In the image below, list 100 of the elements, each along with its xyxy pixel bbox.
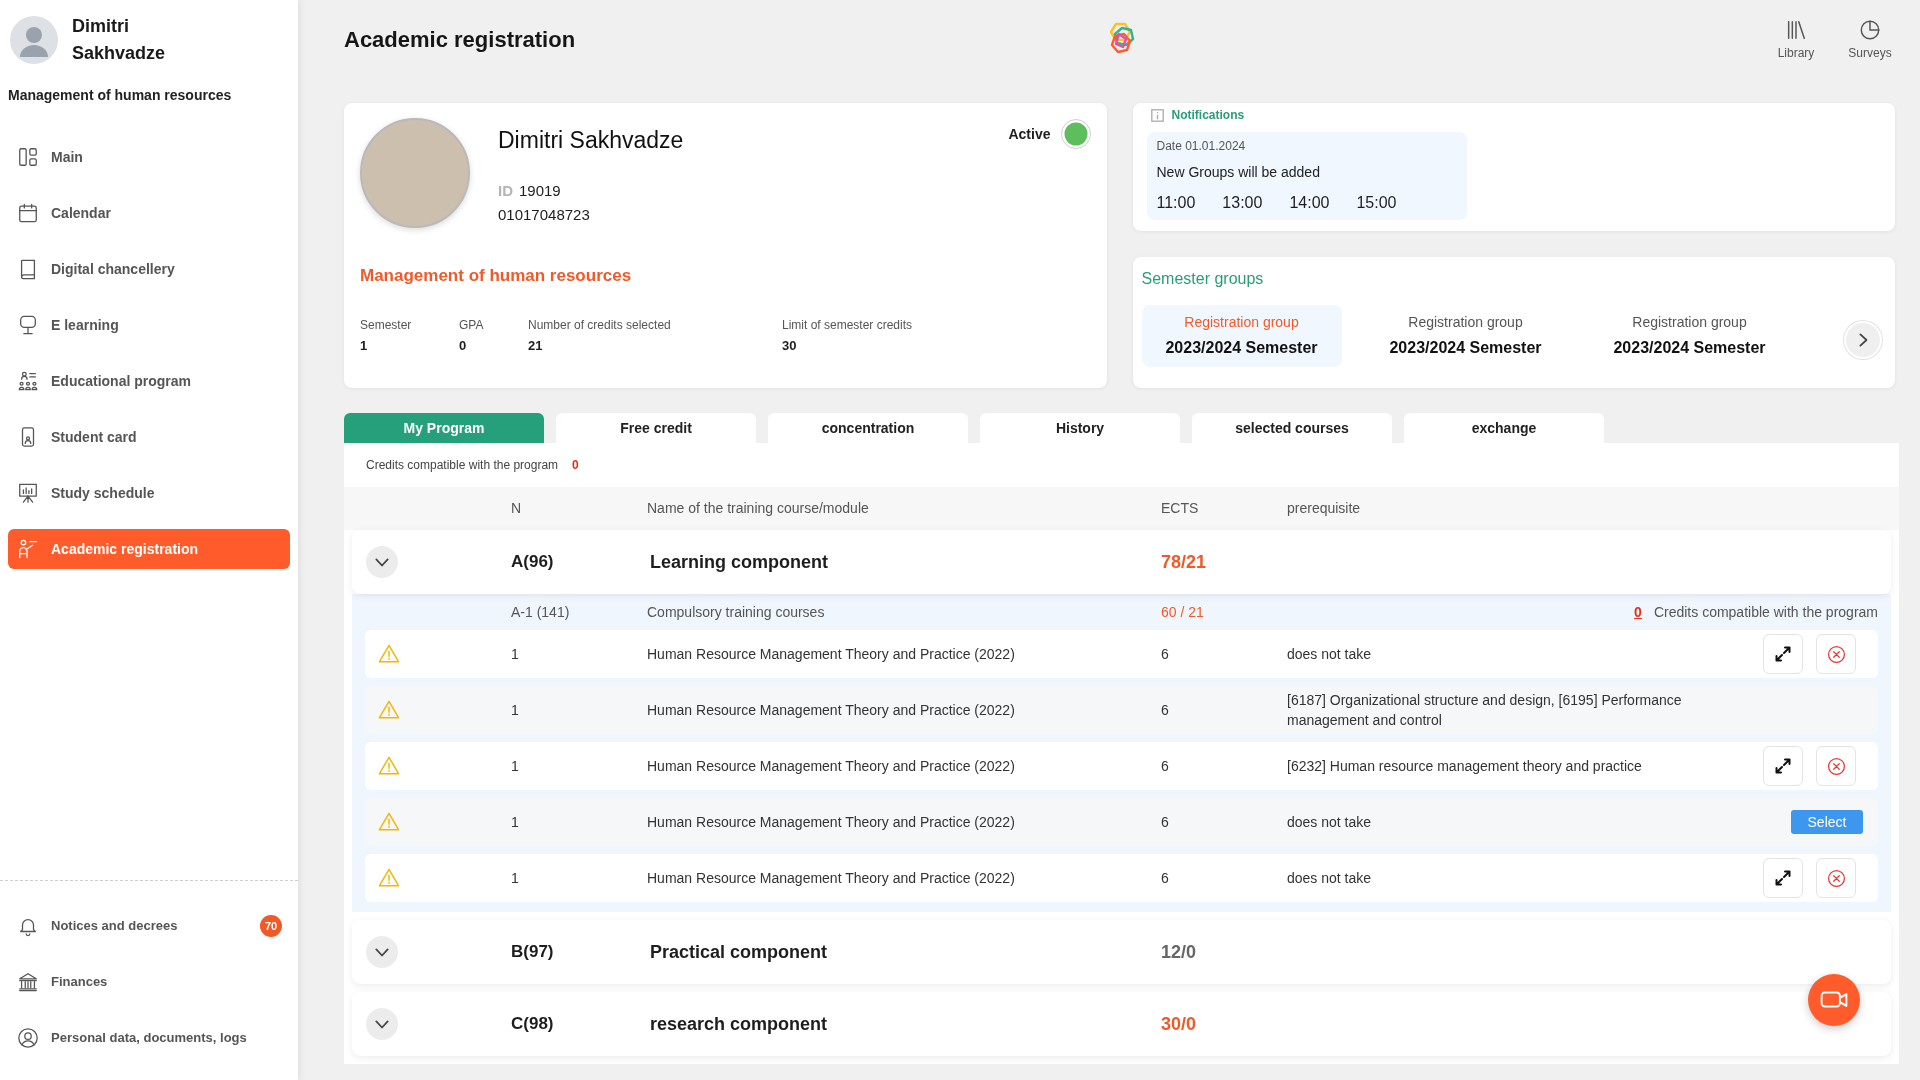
sidebar-item[interactable]: Notices and decrees 70 bbox=[8, 906, 290, 946]
shortcut-link[interactable]: Library bbox=[1771, 19, 1821, 61]
program-title: Management of human resources bbox=[360, 265, 633, 287]
sidebar-item[interactable]: Calendar bbox=[8, 193, 290, 233]
column-header: N bbox=[511, 499, 523, 518]
personal-number: 01017048723 bbox=[498, 205, 591, 225]
course-ects: 6 bbox=[1161, 700, 1170, 720]
bank-icon bbox=[17, 971, 39, 993]
course-name: Human Resource Management Theory and Practice (2022) bbox=[647, 812, 1016, 832]
sidebar-item[interactable]: E learning bbox=[8, 305, 290, 345]
sidebar-item[interactable]: Student card bbox=[8, 417, 290, 457]
info-icon bbox=[1150, 108, 1164, 122]
tab[interactable]: concentration bbox=[768, 413, 968, 443]
time-slot: 14:00 bbox=[1289, 192, 1330, 214]
expand-arrows-icon bbox=[1775, 646, 1791, 662]
time-slot: 11:00 bbox=[1156, 192, 1196, 214]
notifications-title: Notifications bbox=[1171, 107, 1245, 123]
course-ects: 6 bbox=[1161, 868, 1170, 888]
expand-button[interactable] bbox=[1763, 634, 1803, 674]
avatar-icon bbox=[10, 16, 58, 64]
semester-group-tile[interactable]: Registration group 2023/2024 Semester bbox=[1141, 305, 1342, 367]
stat-value: 0 bbox=[459, 337, 468, 355]
sidebar-item[interactable]: Personal data, documents, logs bbox=[8, 1018, 290, 1058]
credits-count: 0 bbox=[572, 457, 579, 474]
warning-icon bbox=[377, 699, 401, 721]
warning-icon bbox=[377, 755, 401, 777]
credits-label: Credits compatible with the program bbox=[366, 457, 559, 474]
course-number: 1 bbox=[511, 700, 520, 720]
department-name: Management of human resources bbox=[8, 86, 233, 105]
user-name: Dimitri Sakhvadze bbox=[72, 15, 167, 65]
semester-group-tile[interactable]: Registration group 2023/2024 Semester bbox=[1589, 305, 1790, 367]
course-prerequisite: does not take bbox=[1287, 869, 1373, 888]
subgroup-ects: 60 / 21 bbox=[1161, 602, 1205, 622]
sidebar-item[interactable]: Educational program bbox=[8, 361, 290, 401]
course-number: 1 bbox=[511, 756, 520, 776]
sidebar-item[interactable]: Main bbox=[8, 137, 290, 177]
remove-button[interactable] bbox=[1816, 858, 1856, 898]
presenter-icon bbox=[17, 538, 39, 560]
tab[interactable]: selected courses bbox=[1192, 413, 1392, 443]
sidebar-item[interactable]: Digital chancellery bbox=[8, 249, 290, 289]
course-ects: 6 bbox=[1161, 644, 1170, 664]
id-value: 19019 bbox=[519, 182, 561, 199]
books-icon bbox=[1785, 19, 1807, 41]
expand-toggle[interactable] bbox=[366, 546, 398, 578]
notification-date: Date 01.01.2024 bbox=[1156, 138, 1247, 154]
course-prerequisite: [6187] Organizational structure and design, [6195] Performance management and control bbox=[1287, 691, 1683, 730]
expand-toggle[interactable] bbox=[366, 1008, 398, 1040]
remove-circle-icon bbox=[1826, 868, 1846, 888]
stat-label: Number of credits selected bbox=[528, 317, 672, 334]
semester-group-tile[interactable]: Registration group 2023/2024 Semester bbox=[1365, 305, 1566, 367]
stat-label: Limit of semester credits bbox=[782, 317, 914, 334]
remove-circle-icon bbox=[1826, 644, 1846, 664]
sidebar-item[interactable]: Study schedule bbox=[8, 473, 290, 513]
expand-arrows-icon bbox=[1775, 758, 1791, 774]
group-ects: 12/0 bbox=[1161, 940, 1198, 964]
course-prerequisite: does not take bbox=[1287, 645, 1373, 664]
page-title: Academic registration bbox=[344, 26, 577, 54]
course-number: 1 bbox=[511, 868, 520, 888]
tab[interactable]: Free credit bbox=[556, 413, 756, 443]
course-number: 1 bbox=[511, 812, 520, 832]
warning-icon bbox=[377, 811, 401, 833]
remove-button[interactable] bbox=[1816, 746, 1856, 786]
monitor-icon bbox=[17, 314, 39, 336]
stat-label: GPA bbox=[459, 317, 485, 334]
section-title: Semester groups bbox=[1141, 269, 1265, 289]
time-slot: 15:00 bbox=[1356, 192, 1397, 214]
warning-icon bbox=[377, 867, 401, 889]
course-name: Human Resource Management Theory and Practice (2022) bbox=[647, 868, 1016, 888]
group-code: B(97) bbox=[511, 941, 555, 964]
time-slot: 13:00 bbox=[1222, 192, 1263, 214]
tab[interactable]: History bbox=[980, 413, 1180, 443]
chevron-down-icon bbox=[375, 1017, 389, 1031]
group-ects: 78/21 bbox=[1161, 550, 1208, 574]
shortcut-link[interactable]: Surveys bbox=[1845, 19, 1895, 61]
expand-button[interactable] bbox=[1763, 858, 1803, 898]
user-circle-icon bbox=[17, 1027, 39, 1049]
subgroup-title: Compulsory training courses bbox=[647, 602, 826, 622]
remove-button[interactable] bbox=[1816, 634, 1856, 674]
course-name: Human Resource Management Theory and Practice (2022) bbox=[647, 756, 1016, 776]
credits-label: Credits compatible with the program bbox=[1653, 602, 1878, 622]
group-ects: 30/0 bbox=[1161, 1012, 1198, 1036]
stat-value: 30 bbox=[782, 337, 798, 355]
stat-value: 1 bbox=[360, 337, 369, 355]
expand-toggle[interactable] bbox=[366, 936, 398, 968]
stat-label: Semester bbox=[360, 317, 413, 334]
course-ects: 6 bbox=[1161, 756, 1170, 776]
group-code: C(98) bbox=[511, 1013, 555, 1036]
expand-button[interactable] bbox=[1763, 746, 1803, 786]
remove-circle-icon bbox=[1826, 756, 1846, 776]
next-button[interactable] bbox=[1844, 321, 1882, 359]
course-ects: 6 bbox=[1161, 812, 1170, 832]
count-badge: 70 bbox=[260, 915, 282, 937]
credits-count-link[interactable]: 0 bbox=[1634, 601, 1642, 623]
subgroup-code: A-1 (141) bbox=[511, 602, 571, 622]
course-name: Human Resource Management Theory and Practice (2022) bbox=[647, 700, 1016, 720]
column-header: Name of the training course/module bbox=[647, 499, 870, 518]
group-title: Practical component bbox=[649, 940, 829, 964]
sidebar-item[interactable]: Finances bbox=[8, 962, 290, 1002]
status-label: Active bbox=[1008, 125, 1051, 144]
tab[interactable]: exchange bbox=[1404, 413, 1604, 443]
